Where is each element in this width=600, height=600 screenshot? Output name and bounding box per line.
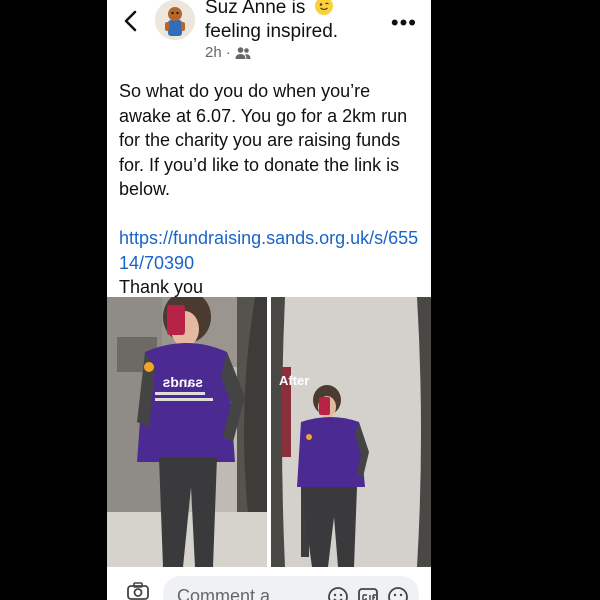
post-paragraph: So what do you do when you’re awake at 6…: [119, 81, 408, 199]
photo-before[interactable]: sands: [107, 297, 267, 567]
gif-icon[interactable]: [357, 586, 379, 600]
feeling-emoji-icon: [314, 0, 333, 15]
photo-after[interactable]: After: [271, 297, 431, 567]
post-thanks: Thank you: [119, 277, 204, 297]
post-time[interactable]: 2h: [205, 44, 222, 61]
post-header: Suz Anne is feeling inspired. 2h · •••: [107, 0, 431, 70]
post-screen: Suz Anne is feeling inspired. 2h · ••• S…: [107, 0, 431, 600]
comment-bar: Comment a: [107, 572, 431, 600]
comment-input[interactable]: Comment a: [163, 576, 419, 600]
more-options-icon[interactable]: •••: [391, 10, 417, 36]
camera-icon[interactable]: [127, 582, 149, 600]
after-label: After: [279, 373, 309, 388]
emoji-icon[interactable]: [387, 586, 409, 600]
donation-link[interactable]: https://fundraising.sands.org.uk/s/65514…: [119, 228, 418, 273]
avatar-sticker-icon[interactable]: [327, 586, 349, 600]
shirt-logo: sands: [162, 374, 203, 390]
author-line: Suz Anne is: [205, 0, 333, 19]
is-word: is: [291, 0, 306, 18]
back-chevron-icon[interactable]: [121, 8, 141, 34]
post-body: So what do you do when you’re awake at 6…: [119, 79, 425, 300]
feeling-text: feeling inspired.: [205, 21, 339, 42]
post-meta: 2h ·: [205, 44, 251, 61]
friends-audience-icon[interactable]: [235, 46, 251, 60]
comment-placeholder: Comment a: [177, 586, 271, 600]
meta-separator: ·: [225, 44, 231, 61]
avatar[interactable]: [155, 0, 195, 40]
author-name[interactable]: Suz Anne: [205, 0, 286, 18]
photo-grid: sands After: [107, 297, 431, 567]
